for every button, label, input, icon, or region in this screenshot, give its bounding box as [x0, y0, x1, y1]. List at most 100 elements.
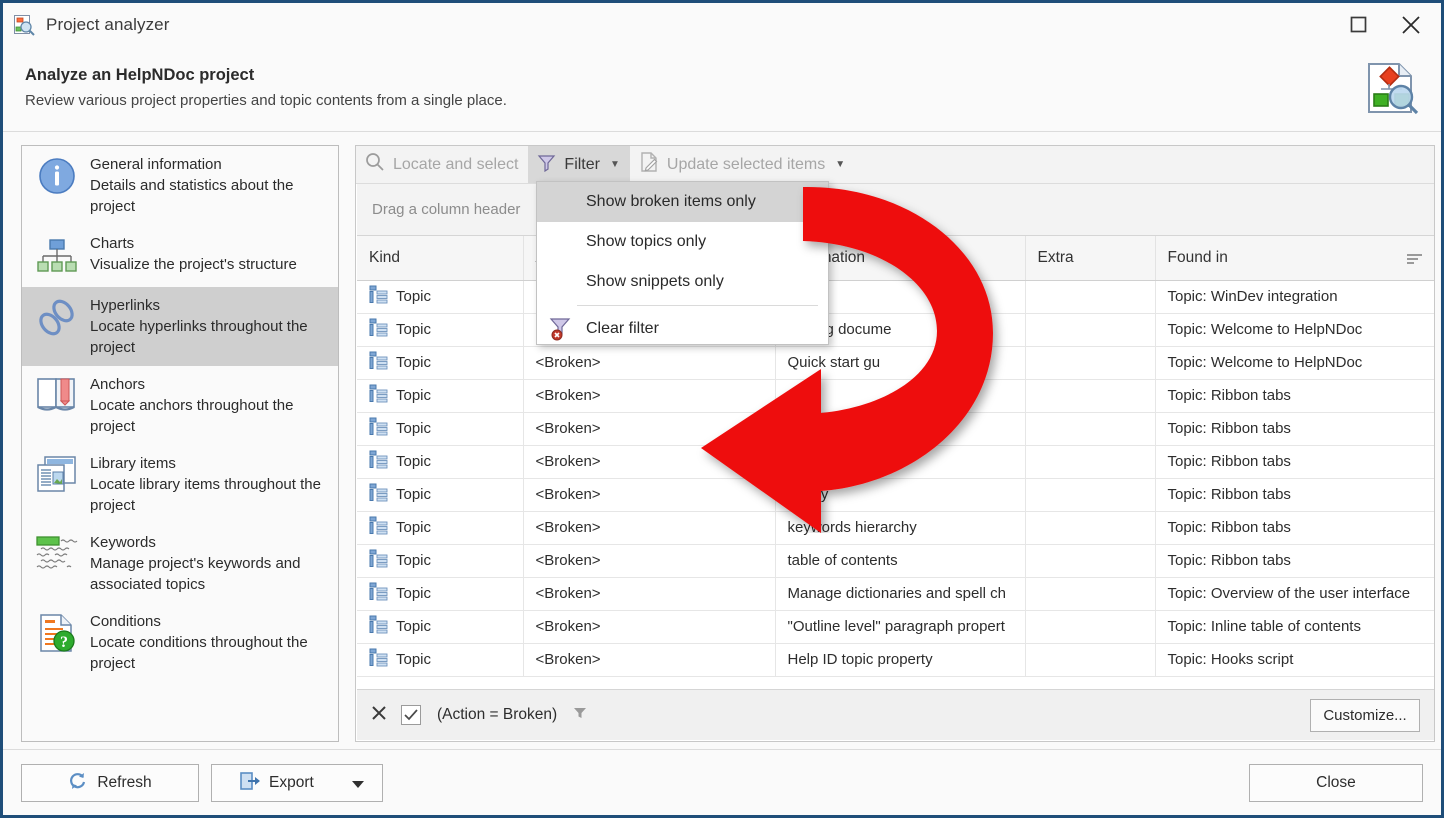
maximize-button[interactable] [1333, 3, 1383, 46]
update-selected-items-button[interactable]: Update selected items ▼ [630, 146, 855, 183]
chain-links-icon [34, 295, 80, 341]
table-row[interactable]: Topic <Broken> keywords hierarchy Topic: Ri… [357, 511, 1434, 545]
cell-extra [1025, 313, 1156, 347]
chevron-down-icon[interactable] [352, 781, 364, 788]
sidebar-item-keywords[interactable]: Keywords Manage project's keywords and a… [22, 524, 338, 603]
cell-destination: Quick start gu [775, 346, 1026, 380]
refresh-button[interactable]: Refresh [21, 764, 199, 802]
keywords-icon [34, 532, 80, 578]
menu-item-show-topics-only[interactable]: Show topics only [537, 222, 828, 262]
cell-kind-label: Topic [396, 321, 432, 338]
cell-destination: s [775, 379, 1026, 413]
cell-action: <Broken> [523, 412, 776, 446]
filter-label: Filter [564, 155, 600, 173]
cell-found-in: Topic: Ribbon tabs [1155, 478, 1434, 512]
sidebar-item-title: Library items [90, 455, 176, 472]
table-row[interactable]: Topic <Broken> table of contents Topic: Rib… [357, 544, 1434, 578]
cell-extra [1025, 643, 1156, 677]
cell-kind: Topic [357, 643, 524, 677]
cell-extra [1025, 478, 1156, 512]
menu-item-clear-filter[interactable]: Clear filter [537, 309, 828, 349]
group-panel-hint: Drag a column header [372, 201, 521, 218]
topic-icon [369, 318, 388, 341]
cell-extra [1025, 280, 1156, 314]
topic-icon [369, 615, 388, 638]
analysis-sections-list[interactable]: General information Details and statisti… [21, 145, 339, 742]
table-row[interactable]: Topic<Broken>Writing documeTopic: Welcom… [357, 313, 1434, 347]
page-title: Analyze an HelpNDoc project [25, 66, 255, 84]
close-icon[interactable] [1386, 3, 1436, 46]
group-panel[interactable]: Drag a column header [357, 184, 1434, 236]
table-row[interactable]: Topic <Broken> Topic: Ribbon tabs [357, 412, 1434, 446]
menu-item-show-snippets-only[interactable]: Show snippets only [537, 262, 828, 302]
topic-icon [369, 285, 388, 308]
cell-kind-label: Topic [396, 486, 432, 503]
sidebar-item-anchors[interactable]: Anchors Locate anchors throughout the pr… [22, 366, 338, 445]
filter-button[interactable]: Filter ▼ [528, 146, 630, 183]
customize-button[interactable]: Customize... [1310, 699, 1420, 732]
cell-kind-label: Topic [396, 288, 432, 305]
filter-expression[interactable]: (Action = Broken) [437, 706, 557, 724]
chevron-down-icon: ▼ [609, 158, 620, 170]
menu-separator [577, 305, 818, 306]
sidebar-item-desc: Details and statistics about the project [90, 177, 294, 215]
sidebar-item-charts[interactable]: Charts Visualize the project's structure [22, 225, 338, 287]
cell-destination: table of contents [775, 544, 1026, 578]
column-header-extra[interactable]: Extra [1025, 236, 1156, 281]
filter-indicator-icon[interactable] [1407, 253, 1422, 271]
cell-destination: Help ID topic property [775, 643, 1026, 677]
sidebar-item-title: Keywords [90, 534, 156, 551]
filter-enabled-checkbox[interactable] [401, 705, 421, 725]
topic-icon [369, 384, 388, 407]
topic-icon [369, 648, 388, 671]
table-row[interactable]: Topic<Broken>dTopic: WinDev integration [357, 280, 1434, 314]
cell-kind-label: Topic [396, 453, 432, 470]
page-subtitle: Review various project properties and to… [25, 92, 507, 109]
cell-action: <Broken> [523, 346, 776, 380]
export-button[interactable]: Export [211, 764, 383, 802]
table-row[interactable]: Topic <Broken> Help ID topic property Topic… [357, 643, 1434, 677]
cell-found-in: Topic: Ribbon tabs [1155, 412, 1434, 446]
sidebar-item-conditions[interactable]: ? Conditions Locate conditions throughou… [22, 603, 338, 682]
search-icon [365, 152, 385, 177]
sidebar-item-hyperlinks[interactable]: Hyperlinks Locate hyperlinks throughout … [22, 287, 338, 366]
table-row[interactable]: Topic <Broken> library Topic: Ribbon tabs [357, 478, 1434, 512]
table-row[interactable]: Topic <Broken> s Topic: Ribbon tabs [357, 379, 1434, 413]
sidebar-item-title: Anchors [90, 376, 146, 393]
cell-found-in: Topic: Welcome to HelpNDoc [1155, 346, 1434, 380]
column-header-kind[interactable]: Kind [357, 236, 524, 281]
results-grid[interactable]: Kind Action Destination Extra Found in [357, 236, 1434, 689]
clear-filter-close-icon[interactable] [371, 705, 387, 726]
column-header-found-in[interactable]: Found in [1155, 236, 1434, 281]
clear-filter-icon [549, 317, 573, 346]
svg-text:?: ? [60, 634, 68, 651]
topic-icon [369, 417, 388, 440]
cell-action: <Broken> [523, 379, 776, 413]
project-analyzer-large-icon [1363, 60, 1419, 116]
cell-action: <Broken> [523, 544, 776, 578]
table-row[interactable]: Topic <Broken> "Outline level" paragraph p… [357, 610, 1434, 644]
sidebar-item-library-items[interactable]: Library items Locate library items throu… [22, 445, 338, 524]
menu-item-show-broken-items-only[interactable]: Show broken items only [537, 182, 828, 222]
filter-dropdown-menu[interactable]: Show broken items only Show topics only … [536, 181, 829, 345]
filter-dropdown-icon[interactable] [573, 706, 587, 724]
cell-found-in: Topic: Ribbon tabs [1155, 445, 1434, 479]
topic-icon [369, 516, 388, 539]
cell-action: <Broken> [523, 577, 776, 611]
sidebar-item-general-information[interactable]: General information Details and statisti… [22, 146, 338, 225]
table-row[interactable]: Topic <Broken> Topic: Ribbon tabs [357, 445, 1434, 479]
cell-kind-label: Topic [396, 420, 432, 437]
close-button[interactable]: Close [1249, 764, 1423, 802]
sidebar-item-title: Hyperlinks [90, 297, 161, 314]
cell-destination [775, 445, 1026, 479]
export-icon [240, 771, 260, 796]
table-row[interactable]: Topic <Broken> Quick start gu Topic: Welcom… [357, 346, 1434, 380]
cell-destination: library [775, 478, 1026, 512]
table-row[interactable]: Topic <Broken> Manage dictionaries and spe… [357, 577, 1434, 611]
cell-kind-label: Topic [396, 519, 432, 536]
locate-and-select-button[interactable]: Locate and select [356, 146, 528, 183]
title-bar: Project analyzer [3, 3, 1441, 46]
cell-extra [1025, 511, 1156, 545]
cell-extra [1025, 544, 1156, 578]
sidebar-item-title: Charts [90, 235, 135, 252]
